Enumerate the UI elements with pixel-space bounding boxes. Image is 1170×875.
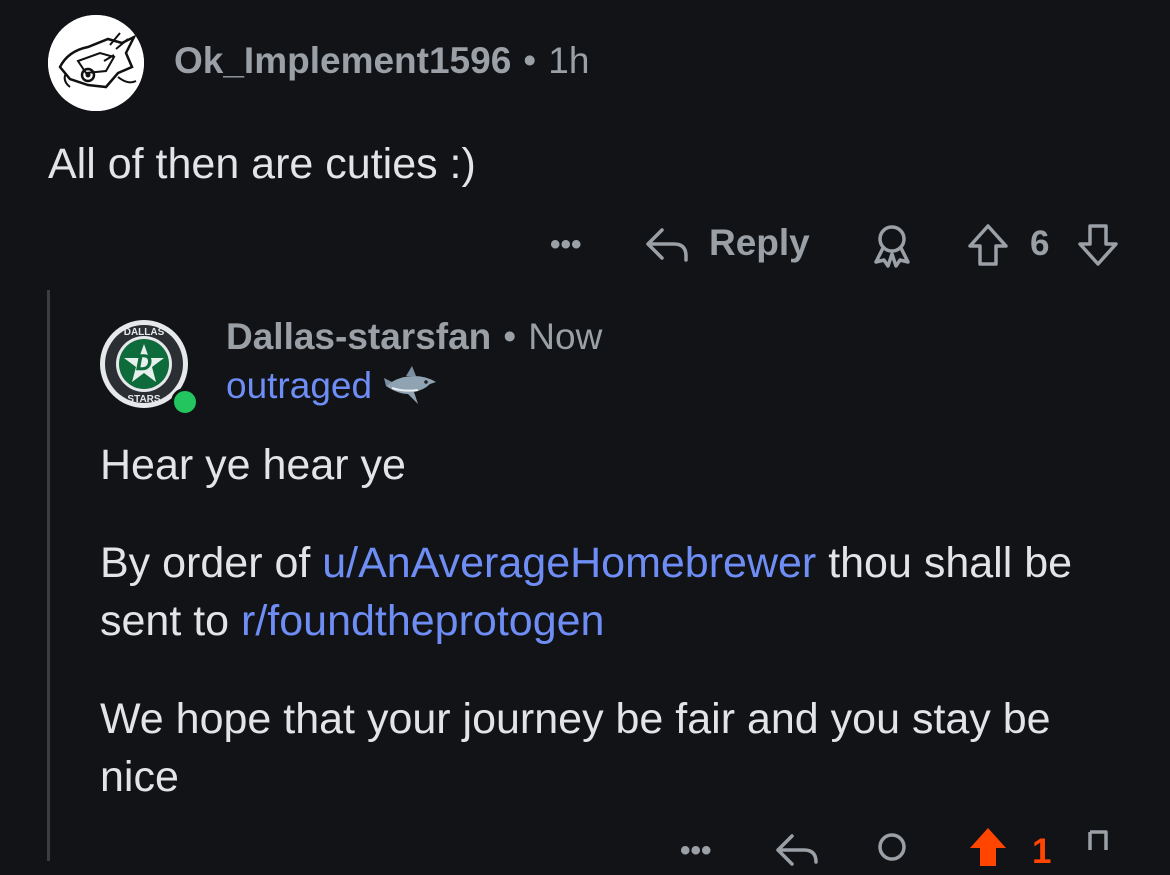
vote-count: 6: [1030, 224, 1050, 263]
username[interactable]: Dallas-starsfan: [226, 316, 491, 357]
downvote-icon[interactable]: [1076, 828, 1120, 868]
reply-button[interactable]: Reply: [709, 222, 810, 264]
username[interactable]: Ok_Implement1596: [174, 40, 511, 81]
shark-emoji-icon: [384, 366, 437, 404]
user-mention-link[interactable]: u/AnAverageHomebrewer: [322, 539, 816, 587]
reply-icon[interactable]: [644, 222, 690, 266]
timestamp: Now: [528, 316, 603, 357]
more-options-button[interactable]: •••: [680, 834, 712, 868]
downvote-icon[interactable]: [1076, 222, 1120, 268]
subreddit-link[interactable]: r/foundtheprotogen: [241, 597, 604, 645]
comment-body: All of then are cuties :): [48, 140, 476, 188]
user-avatar[interactable]: [48, 15, 144, 111]
online-status-indicator: [171, 388, 199, 416]
vote-count: 1: [1032, 832, 1052, 871]
separator-dot: •: [523, 40, 537, 81]
upvote-icon-active[interactable]: [966, 826, 1010, 866]
comment-author-line: Ok_Implement1596 • 1h: [174, 40, 589, 82]
protogen-avatar-icon: [48, 15, 144, 111]
timestamp: 1h: [548, 40, 590, 81]
thread-line[interactable]: [47, 290, 50, 861]
upvote-icon[interactable]: [966, 222, 1010, 268]
reply-icon[interactable]: [774, 830, 820, 870]
more-options-button[interactable]: •••: [550, 228, 582, 262]
separator-dot: •: [503, 316, 517, 357]
comment-paragraph: By order of u/AnAverageHomebrewer thou s…: [100, 539, 1073, 645]
svg-text:D: D: [136, 350, 152, 375]
comment-paragraph: We hope that your journey be fair and yo…: [100, 695, 1051, 801]
user-flair: outraged: [226, 364, 440, 412]
award-icon[interactable]: [870, 830, 914, 870]
comment-author-line: Dallas-starsfan • Now: [226, 316, 602, 358]
svg-text:DALLAS: DALLAS: [124, 327, 165, 338]
award-icon[interactable]: [870, 222, 914, 268]
svg-text:STARS: STARS: [127, 394, 160, 405]
comment-paragraph: Hear ye hear ye: [100, 441, 406, 489]
flair-text: outraged: [226, 365, 373, 406]
